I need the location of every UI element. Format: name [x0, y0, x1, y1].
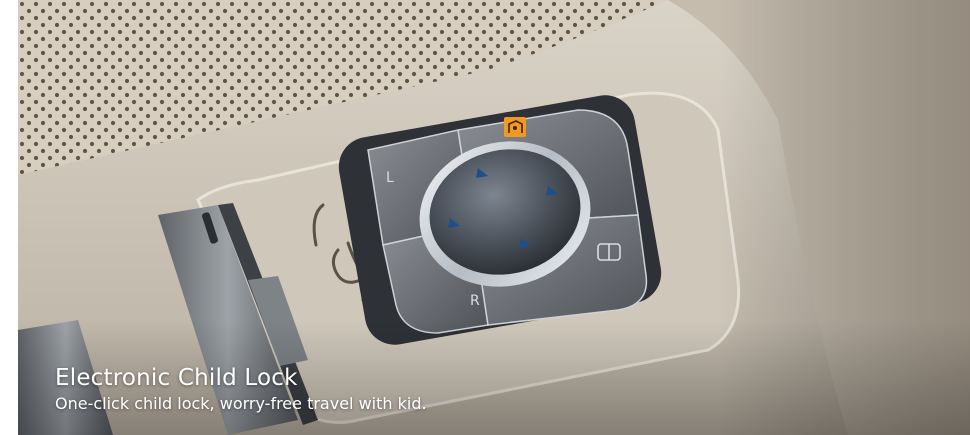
- mirror-right-label: R: [470, 293, 480, 309]
- door-panel-scene: L R: [18, 0, 970, 435]
- mirror-left-label: L: [386, 170, 394, 186]
- child-lock-icon: [504, 117, 526, 137]
- product-photo: L R Electronic Child Lock One-click chil…: [18, 0, 970, 435]
